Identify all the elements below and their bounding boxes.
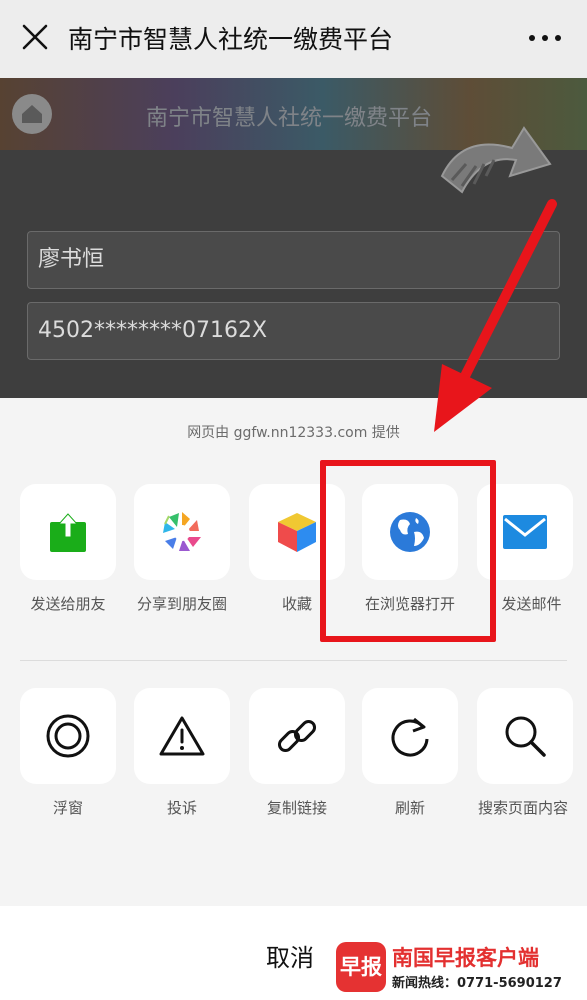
- moments-button[interactable]: [134, 484, 230, 580]
- more-icon[interactable]: [525, 24, 565, 52]
- copy-link-button[interactable]: [249, 688, 345, 784]
- red-highlight-box: [320, 460, 496, 642]
- curl-arrow-icon: [440, 126, 552, 194]
- copy-link-icon: [277, 719, 317, 753]
- home-button[interactable]: [12, 94, 52, 134]
- complaint-button[interactable]: [134, 688, 230, 784]
- action-label-1: 投诉: [166, 799, 197, 817]
- refresh-icon: [391, 717, 429, 757]
- cancel-button[interactable]: 取消: [266, 938, 314, 973]
- search-icon: [505, 716, 546, 757]
- favorite-icon: [278, 513, 316, 552]
- send-to-friend-icon: [50, 513, 86, 552]
- action-label-4: 搜索页面内容: [477, 799, 568, 817]
- red-arrow-icon: [434, 199, 557, 432]
- page-header-title: 南宁市智慧人社统一缴费平台: [146, 106, 433, 131]
- action-label-2: 复制链接: [266, 799, 327, 817]
- watermark-brand: 南国早报客户端: [392, 946, 539, 970]
- refresh-button[interactable]: [362, 688, 458, 784]
- floating-window-button[interactable]: [20, 688, 116, 784]
- title-bar: 南宁市智慧人社统一缴费平台: [0, 0, 587, 78]
- action-label-3: 刷新: [394, 799, 425, 817]
- watermark: 早报 南国早报客户端 新闻热线：0771-5690127: [336, 940, 587, 1000]
- watermark-hotline: 新闻热线：0771-5690127: [392, 976, 562, 991]
- complaint-warning-icon: [159, 716, 205, 756]
- send-to-friend-button[interactable]: [20, 484, 116, 580]
- watermark-logo: 早报: [336, 942, 386, 992]
- window-title: 南宁市智慧人社统一缴费平台: [68, 25, 394, 54]
- action-label-0: 浮窗: [52, 799, 83, 817]
- mail-icon: [503, 515, 547, 549]
- share-label-1: 分享到朋友圈: [136, 595, 227, 613]
- floating-window-icon: [46, 714, 90, 758]
- row-divider: [20, 660, 567, 661]
- share-label-0: 发送给朋友: [30, 595, 106, 613]
- home-icon: [22, 105, 42, 123]
- search-page-button[interactable]: [477, 688, 573, 784]
- moments-icon: [163, 512, 201, 551]
- close-icon[interactable]: [20, 22, 50, 52]
- share-sheet: 网页由 ggfw.nn12333.com 提供 发送给朋友 分享到朋友圈 收藏: [0, 398, 587, 1000]
